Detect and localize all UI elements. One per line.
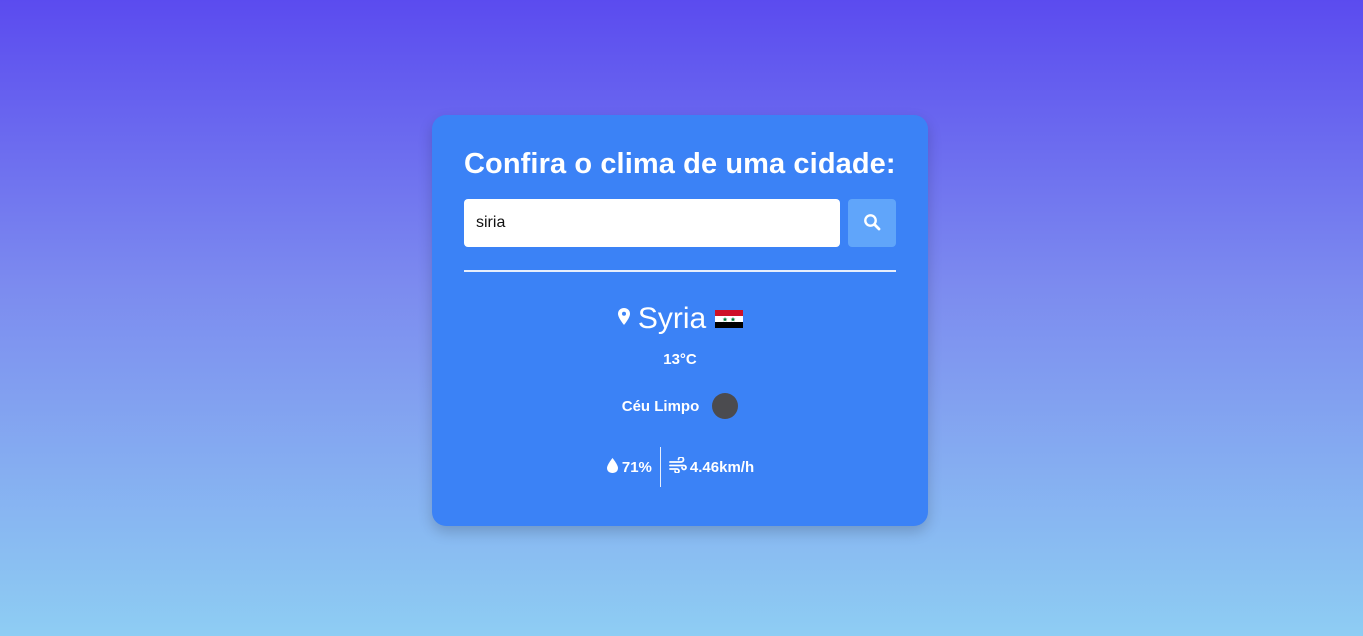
- weather-card: Confira o clima de uma cidade: Syria: [432, 115, 928, 526]
- humidity-value: 71%: [621, 458, 652, 476]
- humidity: 71%: [606, 457, 652, 478]
- search-button[interactable]: [848, 199, 896, 247]
- location-pin-icon: [617, 307, 631, 332]
- details-separator: [659, 447, 661, 487]
- search-icon: [863, 213, 881, 234]
- weather-details: 71% 4.46km/h: [432, 447, 928, 487]
- page-title: Confira o clima de uma cidade:: [464, 148, 896, 180]
- weather-description: Céu Limpo: [621, 397, 700, 415]
- clear-sky-icon: [712, 393, 739, 419]
- divider: [464, 270, 896, 272]
- wind: 4.46km/h: [669, 456, 755, 477]
- water-drop-icon: [606, 457, 622, 478]
- wind-value: 4.46km/h: [689, 458, 755, 476]
- wind-icon: [669, 456, 690, 477]
- search-form: [464, 199, 896, 247]
- city-name: Syria: [637, 302, 707, 335]
- temperature: 13°C: [663, 351, 697, 368]
- syria-flag-icon: [715, 309, 744, 329]
- city-search-input[interactable]: [464, 199, 840, 247]
- weather-description-row: Céu Limpo: [432, 393, 928, 419]
- city-header: Syria: [432, 299, 928, 339]
